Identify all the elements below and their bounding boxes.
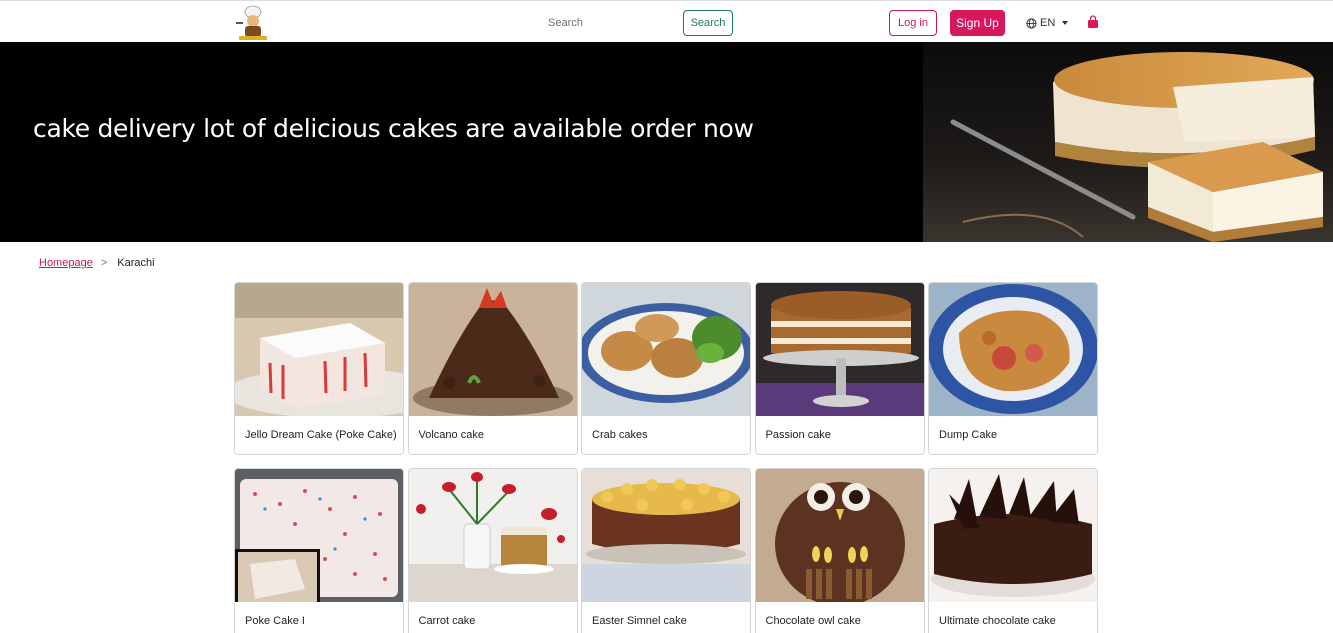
product-name: Ultimate chocolate cake [939,615,1056,627]
hero-title: cake delivery lot of delicious cakes are… [33,114,754,143]
product-card[interactable]: Carrot cake [407,468,578,633]
product-card[interactable]: Volcano cake [407,282,578,455]
search-input[interactable] [540,10,676,36]
signup-button[interactable]: Sign Up [950,10,1005,36]
easter-simnel-cake-image [582,469,750,602]
language-label: EN [1040,17,1056,29]
dump-cake-image [929,283,1097,416]
ultimate-chocolate-cake-image [929,469,1097,602]
shopping-bag-icon[interactable] [1087,15,1099,29]
jello-poke-cake-image [235,283,403,416]
poke-cake-image [235,469,403,602]
product-card[interactable]: Crab cakes [581,282,751,455]
chocolate-owl-cake-image [755,469,924,602]
globe-icon [1026,17,1037,29]
product-name: Volcano cake [418,429,484,441]
product-card[interactable]: Chocolate owl cake [754,468,925,633]
chevron-down-icon [1062,21,1069,25]
breadcrumb-current: Karachi [117,257,155,269]
breadcrumb-home-link[interactable]: Homepage [39,257,93,269]
hero-banner: cake delivery lot of delicious cakes are… [0,42,1333,242]
product-name: Crab cakes [592,429,648,441]
product-card[interactable]: Poke Cake I [234,468,404,633]
product-name: Dump Cake [939,429,998,441]
passion-cake-image [755,283,924,416]
top-navbar: Search Log in Sign Up EN [0,0,1333,42]
search-button[interactable]: Search [683,10,733,36]
product-name: Passion cake [765,429,831,441]
breadcrumb: Homepage > Karachi [39,257,155,269]
cheesecake-image [923,42,1333,242]
breadcrumb-separator: > [100,257,108,269]
product-name: Carrot cake [418,615,476,627]
language-selector[interactable]: EN [1026,14,1069,32]
product-card[interactable]: Easter Simnel cake [581,468,751,633]
crab-cakes-image [582,283,750,416]
product-card[interactable]: Passion cake [754,282,925,455]
product-name: Poke Cake I [245,615,305,627]
volcano-cake-image [408,283,577,416]
product-card[interactable]: Jello Dream Cake (Poke Cake) [234,282,404,455]
login-button[interactable]: Log in [889,10,937,36]
product-name: Jello Dream Cake (Poke Cake) [245,429,397,441]
product-card[interactable]: Ultimate chocolate cake [928,468,1098,633]
product-card[interactable]: Dump Cake [928,282,1098,455]
product-grid: Jello Dream Cake (Poke Cake) Volcano cak… [234,282,1098,633]
carrot-cake-image [408,469,577,602]
product-name: Chocolate owl cake [765,615,861,627]
product-name: Easter Simnel cake [592,615,687,627]
chef-logo-icon[interactable] [233,4,273,42]
